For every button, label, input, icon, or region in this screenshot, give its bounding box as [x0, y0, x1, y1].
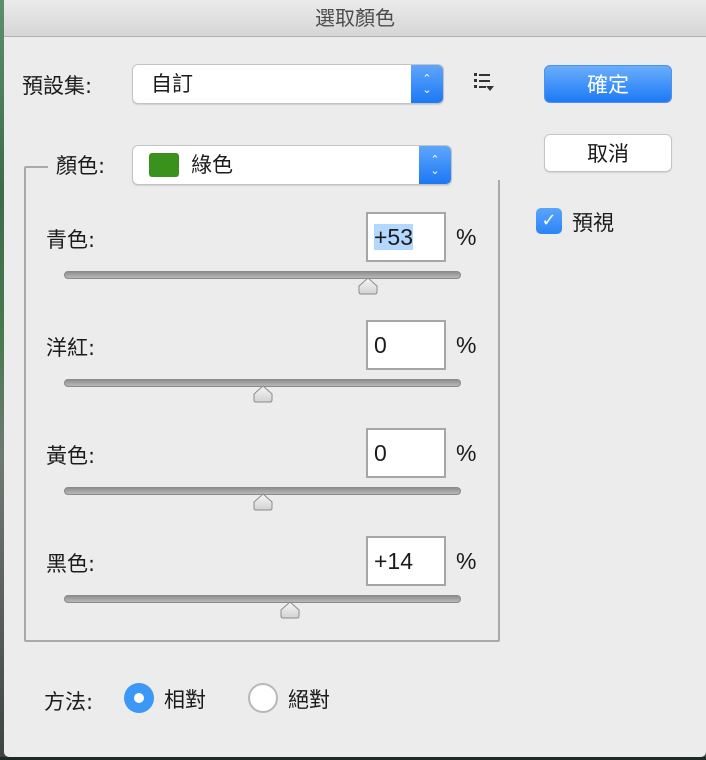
percent-unit: % — [456, 332, 477, 358]
slider-value-input[interactable]: 0 — [366, 320, 446, 370]
method-absolute-radio[interactable] — [248, 683, 278, 713]
slider-track[interactable] — [64, 271, 461, 279]
slider-label: 黑色: — [46, 552, 96, 576]
preset-label: 預設集: — [22, 74, 93, 98]
slider-thumb[interactable] — [252, 493, 274, 511]
preset-options-list-icon[interactable] — [472, 70, 498, 92]
slider-value-input[interactable]: 0 — [366, 428, 446, 478]
selective-color-dialog: 選取顏色 預設集: 自訂 ⌃ ⌄ 確定 取消 ✓ 預視 顏色: 綠色 ⌃ ⌄ 方法:… — [4, 0, 706, 757]
colors-dropdown[interactable]: 綠色 ⌃ ⌄ — [132, 145, 452, 185]
slider-value-text: 0 — [374, 440, 387, 466]
color-swatch — [149, 153, 179, 177]
percent-unit: % — [456, 440, 477, 466]
preset-value: 自訂 — [151, 72, 193, 96]
percent-unit: % — [456, 224, 477, 250]
window-title: 選取顏色 — [4, 0, 706, 37]
method-label: 方法: — [44, 690, 94, 714]
dropdown-stepper-icon: ⌃ ⌄ — [419, 146, 451, 184]
preset-dropdown[interactable]: 自訂 ⌃ ⌄ — [132, 64, 444, 104]
colors-label: 顏色: — [56, 154, 106, 178]
checkmark-icon: ✓ — [541, 210, 557, 231]
slider-thumb[interactable] — [357, 277, 379, 295]
slider-track[interactable] — [64, 595, 461, 603]
slider-value-input[interactable]: +53 — [366, 212, 446, 262]
method-absolute-label: 絕對 — [288, 688, 330, 712]
slider-thumb[interactable] — [279, 601, 301, 619]
method-relative-radio[interactable] — [124, 683, 154, 713]
slider-label: 洋紅: — [46, 336, 96, 360]
method-relative-label: 相對 — [164, 688, 206, 712]
preview-label: 預視 — [572, 211, 614, 235]
slider-value-text: +53 — [374, 224, 414, 250]
cancel-button[interactable]: 取消 — [544, 134, 672, 172]
slider-value-text: +14 — [374, 548, 414, 574]
colors-value: 綠色 — [191, 153, 233, 177]
slider-value-input[interactable]: +14 — [366, 536, 446, 586]
preview-checkbox[interactable]: ✓ — [536, 208, 562, 234]
slider-label: 黃色: — [46, 444, 96, 468]
percent-unit: % — [456, 548, 477, 574]
slider-value-text: 0 — [374, 332, 387, 358]
dropdown-stepper-icon: ⌃ ⌄ — [411, 65, 443, 103]
ok-button[interactable]: 確定 — [544, 65, 672, 103]
slider-thumb[interactable] — [252, 385, 274, 403]
slider-label: 青色: — [46, 228, 96, 252]
